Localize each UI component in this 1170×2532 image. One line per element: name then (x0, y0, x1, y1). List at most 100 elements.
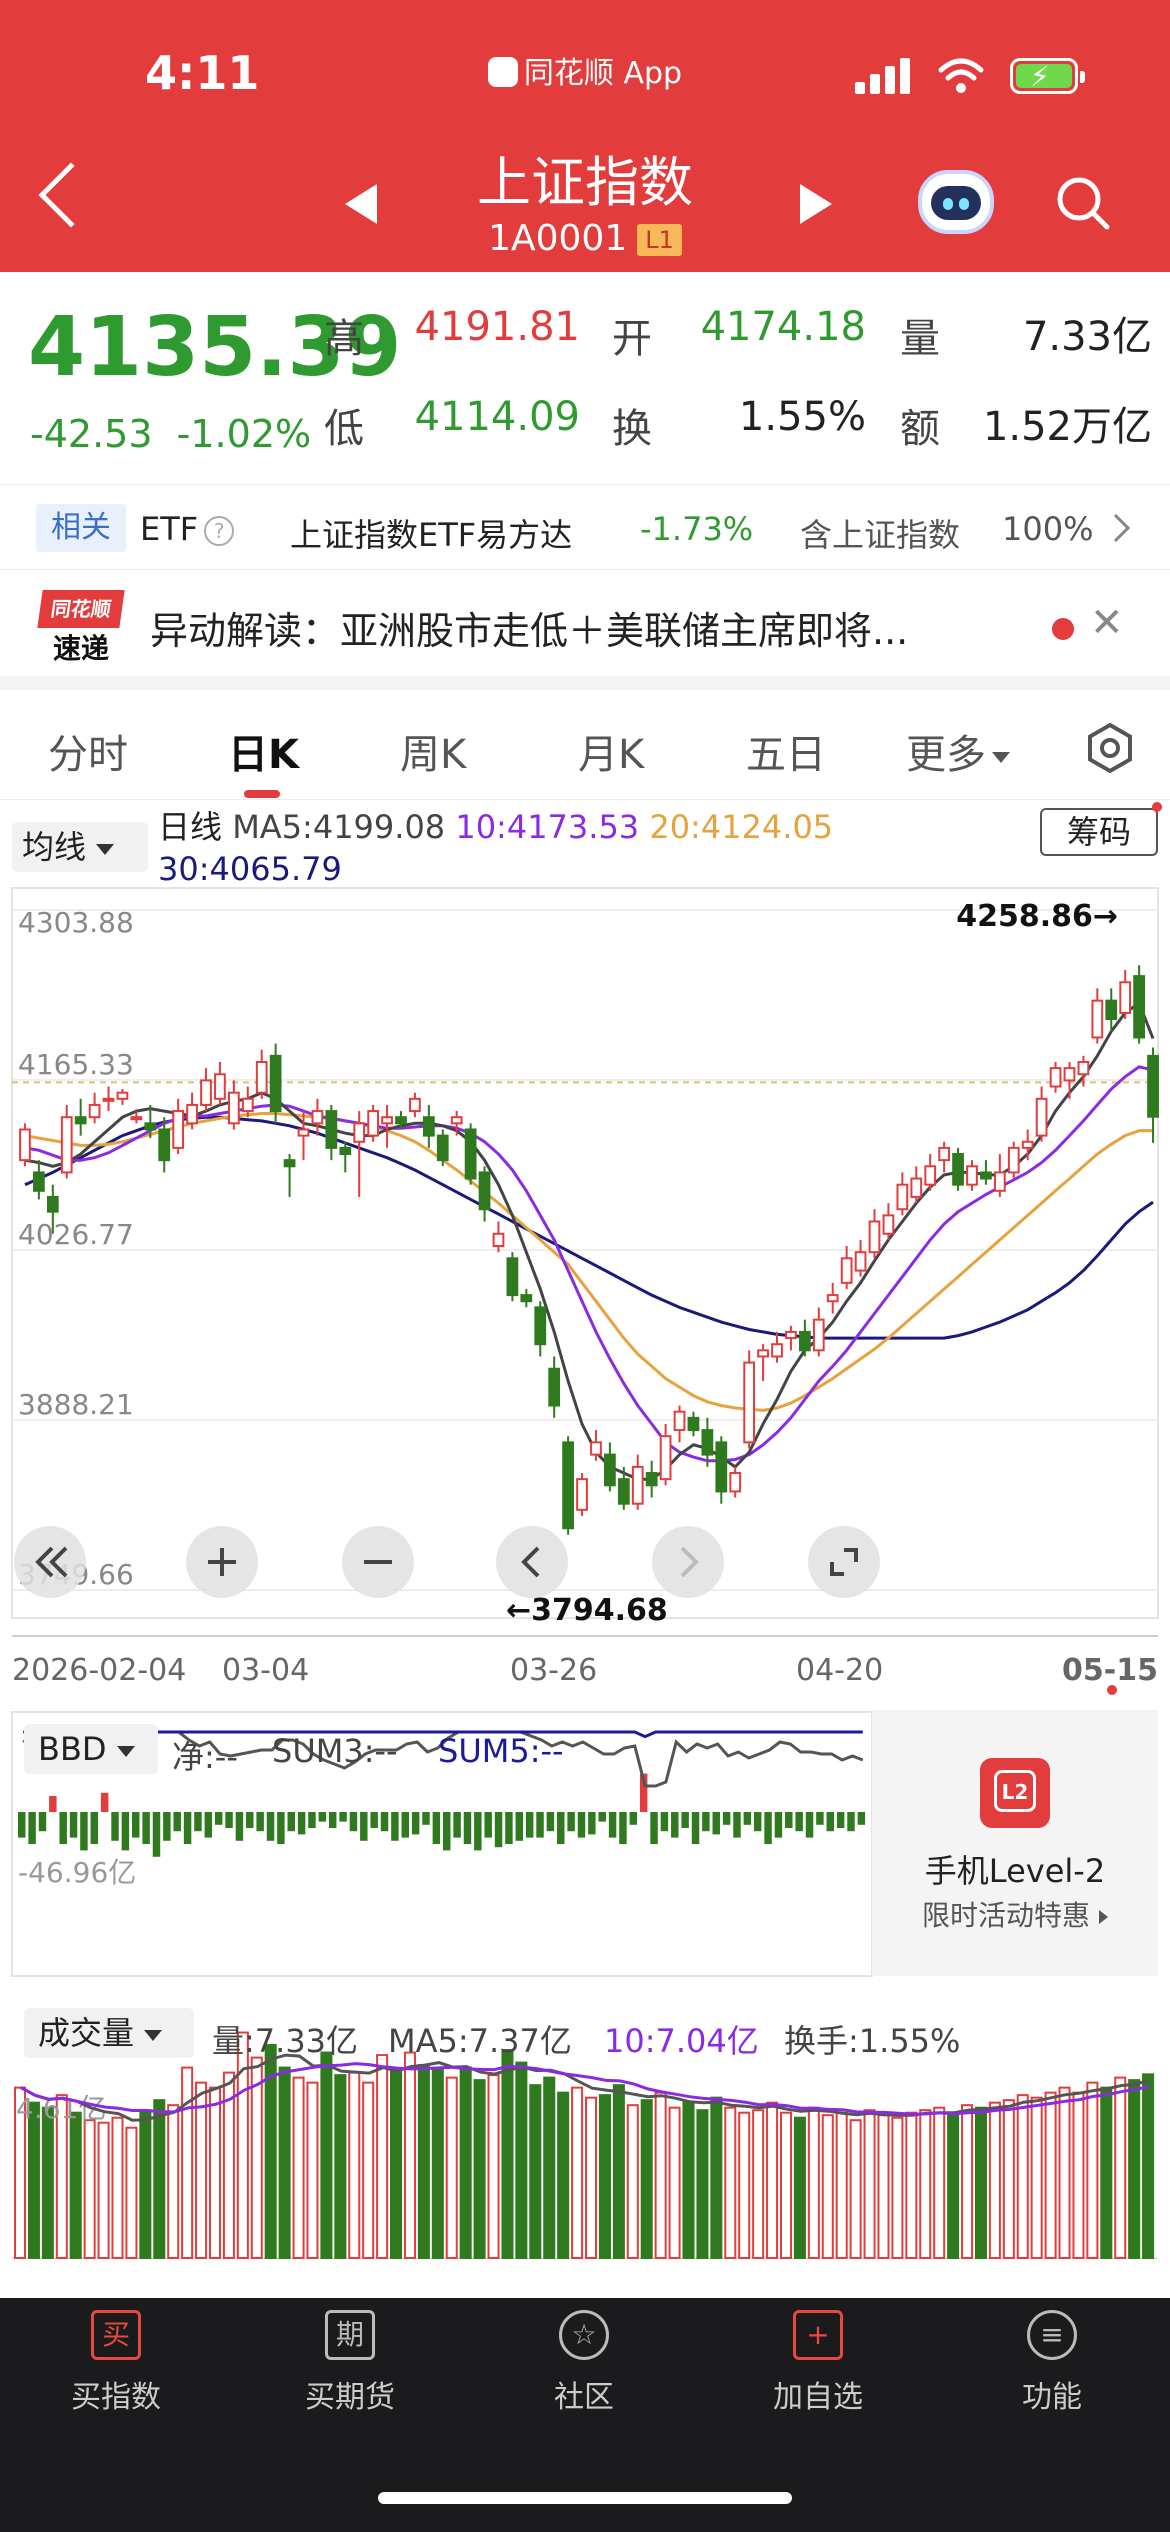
bbd-bar (753, 1812, 762, 1832)
amount-label: 额 (900, 406, 940, 452)
unread-dot-icon (1052, 618, 1074, 640)
volume-bar (403, 2051, 416, 2259)
indicator-selector-volume[interactable]: 成交量 (24, 2008, 194, 2058)
bbd-bar (660, 1812, 669, 1832)
bbd-bar (577, 1812, 586, 1838)
bbd-bar (401, 1812, 409, 1838)
candle-body (952, 1153, 964, 1186)
volume-bar (1002, 2099, 1015, 2260)
zoom-in-button[interactable] (186, 1526, 258, 1598)
caret-down-icon (96, 843, 115, 855)
volume-bar (125, 2126, 138, 2259)
volume-bar (821, 2114, 834, 2259)
candle-body (1091, 999, 1104, 1039)
candle-body (214, 1073, 226, 1100)
stock-code: 1A0001 (488, 218, 628, 259)
bbd-bar (598, 1812, 606, 1822)
volume-bar (668, 2106, 681, 2260)
tab-intraday[interactable]: 分时 (48, 722, 128, 780)
nav-buy-index[interactable]: 买 买指数 (16, 2310, 216, 2416)
ma5-value: MA5:4199.08 (232, 808, 446, 846)
level2-icon-text: L2 (994, 1770, 1036, 1812)
bbd-bar (391, 1812, 399, 1841)
tab-daily-k[interactable]: 日K (228, 722, 299, 780)
line-type: 日线 (158, 808, 223, 846)
volume-bar (139, 2109, 152, 2259)
scroll-left-button[interactable] (496, 1526, 568, 1598)
level2-promo[interactable] (872, 1710, 1158, 1976)
chevron-left-icon (521, 1546, 540, 1578)
bbd-bar (204, 1812, 213, 1838)
bbd-bar (235, 1812, 244, 1841)
related-etf-name[interactable]: 上证指数ETF易方达 (290, 510, 572, 556)
nav-add-watchlist[interactable]: + 加自选 (718, 2310, 918, 2416)
chip-distribution-button[interactable]: 筹码 (1040, 808, 1158, 856)
volume-bar (431, 2069, 444, 2259)
ai-assistant-icon[interactable] (918, 170, 994, 234)
indicator-selector-ma[interactable]: 均线 (12, 822, 148, 872)
bbd-bar (722, 1812, 731, 1825)
nav-community[interactable]: ☆ 社区 (484, 2310, 684, 2416)
candle-body (812, 1318, 825, 1352)
candle-body (1147, 1054, 1159, 1118)
candle-body (868, 1220, 881, 1254)
bbd-bar (225, 1812, 233, 1828)
nav-functions-label: 功能 (1022, 2380, 1082, 2415)
volume-bar (69, 2111, 82, 2260)
volume-bar (807, 2106, 820, 2260)
candle-body (1063, 1067, 1076, 1082)
bbd-bar (608, 1812, 617, 1838)
candle-body (701, 1429, 714, 1456)
y-tick-label: 4165.33 (18, 1048, 134, 1081)
bbd-bar (308, 1812, 316, 1828)
tab-more[interactable]: 更多 (906, 722, 1010, 780)
bbd-bar (453, 1812, 461, 1838)
fullscreen-button[interactable] (808, 1526, 880, 1598)
vol-ma10: 10:7.04亿 (604, 2022, 759, 2060)
candle-body (645, 1472, 658, 1487)
scroll-right-button[interactable] (652, 1526, 724, 1598)
volume-bar (947, 2114, 960, 2259)
candle-body (186, 1103, 198, 1125)
next-stock-button[interactable] (800, 184, 832, 224)
bbd-bar (567, 1812, 575, 1832)
volume-bar (459, 2066, 472, 2260)
tab-five-day[interactable]: 五日 (746, 722, 826, 780)
bbd-bar (733, 1812, 741, 1838)
candle-body (924, 1165, 937, 1186)
candle-body (659, 1435, 672, 1481)
zoom-out-far-button[interactable] (14, 1526, 86, 1598)
search-icon[interactable] (1055, 175, 1111, 231)
turnover-value: 1.55% (738, 394, 866, 440)
bbd-bar (588, 1812, 596, 1835)
volume-bar (585, 2096, 598, 2259)
candle-body (687, 1416, 700, 1432)
bbd-bar (349, 1812, 358, 1832)
tab-weekly-k[interactable]: 周K (400, 722, 466, 780)
settings-icon[interactable] (1084, 722, 1136, 774)
bbd-bar (121, 1812, 130, 1851)
zoom-out-button[interactable] (342, 1526, 414, 1598)
volume-bar (362, 2081, 375, 2260)
candle-body (74, 1116, 87, 1125)
news-headline[interactable]: 异动解读：亚洲股市走低＋美联储主席即将... (150, 600, 1010, 655)
nav-buy-futures-label: 买期货 (305, 2380, 395, 2415)
kline-chart[interactable]: 4303.884165.334026.773888.213749.66 4258… (0, 880, 1170, 2300)
volume-bar (501, 2049, 514, 2260)
volume-bar (208, 2086, 222, 2259)
nav-community-label: 社区 (554, 2380, 614, 2415)
volume-bar (529, 2084, 542, 2260)
help-icon[interactable]: ? (204, 516, 235, 546)
price-change: -42.53 -1.02% (30, 412, 311, 456)
wifi-icon (938, 58, 984, 93)
close-icon[interactable]: ✕ (1090, 600, 1124, 646)
candle-body (255, 1060, 268, 1094)
nav-buy-futures[interactable]: 期 买期货 (250, 2310, 450, 2416)
indicator-selector-bbd[interactable]: BBD (24, 1724, 158, 1774)
tab-monthly-k[interactable]: 月K (578, 722, 644, 780)
nav-functions[interactable]: ≡ 功能 (952, 2310, 1152, 2416)
minus-icon (364, 1560, 392, 1564)
bbd-bar (214, 1812, 223, 1825)
candle-body (604, 1453, 616, 1487)
y-tick-label: 4303.88 (18, 906, 134, 939)
